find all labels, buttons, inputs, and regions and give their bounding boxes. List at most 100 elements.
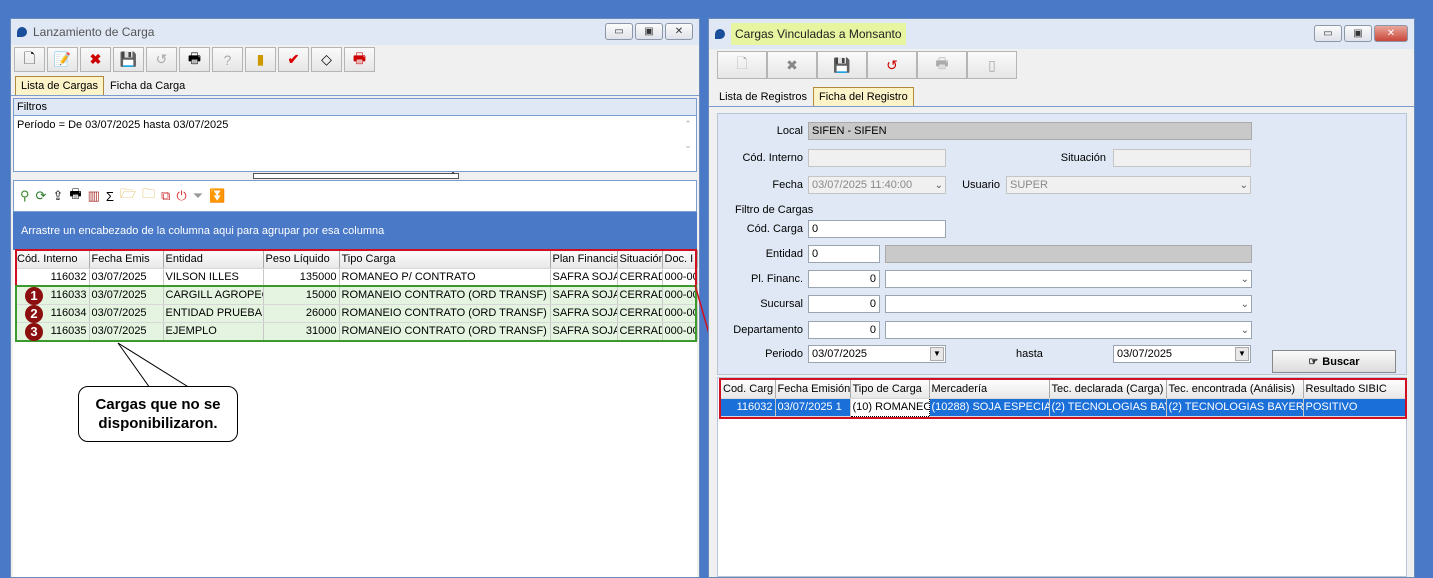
buscar-button[interactable]: ☞ Buscar <box>1272 350 1396 373</box>
check-icon[interactable]: ✔ <box>278 47 309 72</box>
group-hint: Arrastre un encabezado de la columna aqu… <box>21 225 385 237</box>
cod-interno-label: Cód. Interno <box>742 152 803 164</box>
app-logo-icon <box>715 29 725 39</box>
periodo-label: Periodo <box>765 348 803 360</box>
restore-button[interactable]: ▣ <box>1344 25 1372 42</box>
right-window-title: Cargas Vinculadas a Monsanto <box>731 23 906 45</box>
fecha-value: 03/07/2025 11:40:00 <box>812 179 913 191</box>
columns-icon[interactable]: ▥ <box>88 188 100 204</box>
sucursal-label: Sucursal <box>760 298 803 310</box>
green-highlight-box <box>15 285 697 342</box>
sucursal-input[interactable]: 0 <box>808 295 880 313</box>
print-red-icon[interactable]: 🖶 <box>344 47 375 72</box>
red-highlight-box <box>719 378 1407 419</box>
folder-icon[interactable]: 🗀 <box>142 185 155 207</box>
row-marker: 2 <box>25 305 43 323</box>
pl-financ-select[interactable]: ⌄ <box>885 270 1252 288</box>
tab-ficha-carga[interactable]: Ficha da Carga <box>104 76 191 95</box>
filter-scrollbar[interactable]: ⌃ ⌄ <box>682 119 694 169</box>
left-titlebar: Lanzamiento de Carga ▭ ▣ ✕ <box>11 19 699 45</box>
restore-button[interactable]: ▣ <box>635 23 663 40</box>
usuario-field[interactable]: SUPER ⌄ <box>1006 176 1251 194</box>
export-icon[interactable]: ⇪ <box>52 188 63 204</box>
filter-text: Período = De 03/07/2025 hasta 03/07/2025 <box>17 119 229 131</box>
sum-icon[interactable]: Σ <box>106 189 114 204</box>
entidad-label: Entidad <box>765 248 803 260</box>
print-icon[interactable]: 🖶 <box>917 51 967 79</box>
undo-icon[interactable]: ↺ <box>867 51 917 79</box>
chevron-down-icon: ⌄ <box>1240 299 1249 310</box>
departamento-input[interactable]: 0 <box>808 321 880 339</box>
left-window-title: Lanzamiento de Carga <box>33 25 155 39</box>
situacion-field[interactable] <box>1113 149 1251 167</box>
chevron-down-icon[interactable]: ▼ <box>1235 347 1249 361</box>
splitter[interactable]: ⌃ <box>13 172 697 180</box>
pl-financ-input[interactable]: 0 <box>808 270 880 288</box>
edit-doc-icon[interactable]: 📝 <box>47 47 78 72</box>
red-highlight-box <box>15 249 697 287</box>
close-button[interactable]: ✕ <box>1374 25 1408 42</box>
left-tabs: Lista de Cargas Ficha da Carga <box>11 76 699 96</box>
expand-icon[interactable]: ⏷ <box>193 188 203 204</box>
collapse-all-icon[interactable]: ⏬ <box>209 188 225 204</box>
row-marker: 3 <box>25 323 43 341</box>
new-doc-icon[interactable]: 🗋 <box>717 51 767 79</box>
stop-icon[interactable]: ⏻ <box>176 188 186 204</box>
right-toolbar: 🗋 ✖ 💾 ↺ 🖶 ▯ <box>709 49 1414 81</box>
help-icon[interactable]: ? <box>212 47 243 72</box>
entidad-name-field <box>885 245 1252 263</box>
usuario-value: SUPER <box>1010 179 1048 191</box>
eraser-icon[interactable]: ◇ <box>311 47 342 72</box>
app-logo-icon <box>17 27 27 37</box>
right-tabs: Lista de Registros Ficha del Registro <box>709 85 1414 107</box>
chevron-down-icon: ⌄ <box>1240 325 1249 336</box>
new-doc-icon[interactable]: 🗋 <box>14 47 45 72</box>
row-marker: 1 <box>25 287 43 305</box>
chevron-down-icon: ⌄ <box>1239 180 1248 191</box>
cod-carga-input[interactable]: 0 <box>808 220 946 238</box>
refresh-icon[interactable]: ⟳ <box>36 188 47 204</box>
delete-icon[interactable]: ✖ <box>80 47 111 72</box>
periodo-desde-value: 03/07/2025 <box>812 348 868 360</box>
right-window: Cargas Vinculadas a Monsanto ▭ ▣ ✕ 🗋 ✖ 💾… <box>708 18 1415 578</box>
hasta-label: hasta <box>1016 348 1043 360</box>
fecha-label: Fecha <box>772 179 803 191</box>
filtro-cargas-label: Filtro de Cargas <box>735 204 814 216</box>
copy-icon[interactable]: ⧉ <box>161 188 170 204</box>
delete-icon[interactable]: ✖ <box>767 51 817 79</box>
cod-carga-label: Cód. Carga <box>746 223 803 235</box>
tab-lista-cargas[interactable]: Lista de Cargas <box>15 76 105 95</box>
undo-icon[interactable]: ↺ <box>146 47 177 72</box>
tab-lista-registros[interactable]: Lista de Registros <box>713 87 813 106</box>
callout-bubble: Cargas que no se disponibilizaron. <box>78 386 238 442</box>
close-button[interactable]: ✕ <box>665 23 693 40</box>
filter-add-icon[interactable]: ⚲ <box>20 188 30 204</box>
grid-print-icon[interactable]: 🖶 <box>69 185 81 207</box>
chevron-down-icon[interactable]: ▼ <box>930 347 944 361</box>
periodo-desde-input[interactable]: 03/07/2025 ▼ <box>808 345 946 363</box>
situacion-label: Situación <box>1060 152 1106 164</box>
right-grid-area: Cod. Carg Fecha Emisión Tipo de Carga Merca… <box>717 377 1407 577</box>
sucursal-select[interactable]: ⌄ <box>885 295 1252 313</box>
left-toolbar: 🗋 📝 ✖ 💾 ↺ 🖶 ? ▮ ✔ ◇ 🖶 <box>11 45 699 74</box>
exit-icon[interactable]: ▮ <box>245 47 276 72</box>
departamento-select[interactable]: ⌄ <box>885 321 1252 339</box>
open-folder-icon[interactable]: 🗁 <box>120 185 136 207</box>
form-panel: Local SIFEN - SIFEN Cód. Interno Situaci… <box>717 113 1407 375</box>
periodo-hasta-input[interactable]: 03/07/2025 ▼ <box>1113 345 1251 363</box>
print-icon[interactable]: 🖶 <box>179 47 210 72</box>
group-hint-bar: Arrastre un encabezado de la columna aqu… <box>13 212 697 250</box>
local-label: Local <box>776 125 803 137</box>
save-icon[interactable]: 💾 <box>113 47 144 72</box>
tab-ficha-registro[interactable]: Ficha del Registro <box>813 87 914 106</box>
cod-interno-field[interactable] <box>808 149 946 167</box>
entidad-input[interactable]: 0 <box>808 245 880 263</box>
minimize-button[interactable]: ▭ <box>605 23 633 40</box>
exit-icon[interactable]: ▯ <box>967 51 1017 79</box>
chevron-down-icon: ⌄ <box>1240 274 1249 285</box>
grid-toolbar: ⚲ ⟳ ⇪ 🖶 ▥ Σ 🗁 🗀 ⧉ ⏻ ⏷ ⏬ <box>13 180 697 212</box>
minimize-button[interactable]: ▭ <box>1314 25 1342 42</box>
right-titlebar: Cargas Vinculadas a Monsanto ▭ ▣ ✕ <box>709 19 1414 49</box>
save-icon[interactable]: 💾 <box>817 51 867 79</box>
local-field[interactable]: SIFEN - SIFEN <box>808 122 1252 140</box>
